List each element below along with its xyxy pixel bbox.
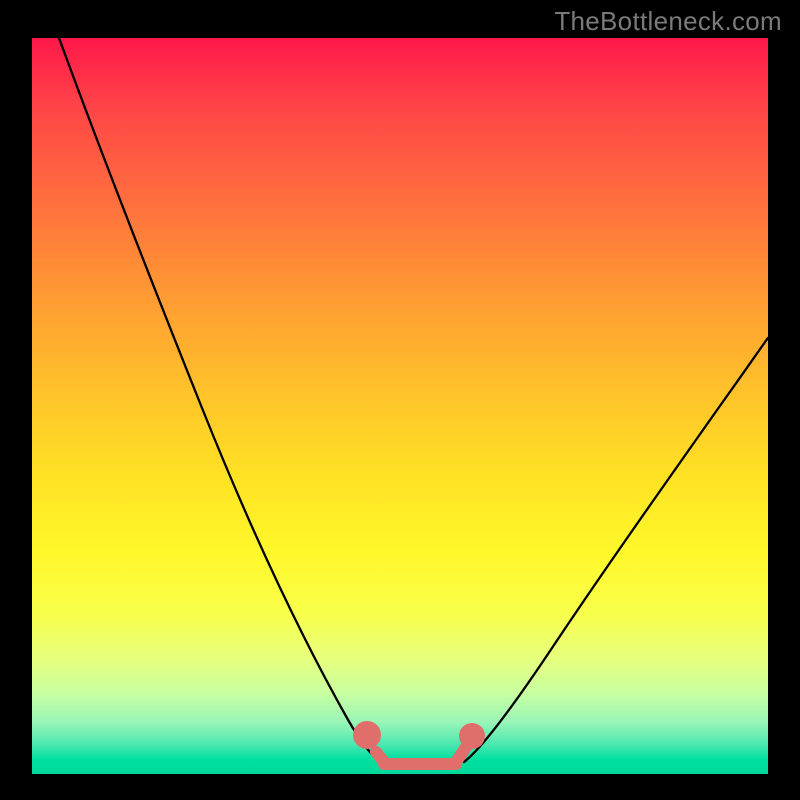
right-curve: [464, 338, 768, 762]
left-curve: [59, 38, 384, 764]
plot-area: [32, 38, 768, 774]
chart-frame: TheBottleneck.com: [0, 0, 800, 800]
bottom-marker: [359, 727, 479, 764]
curve-svg: [32, 38, 768, 774]
watermark-text: TheBottleneck.com: [554, 6, 782, 37]
